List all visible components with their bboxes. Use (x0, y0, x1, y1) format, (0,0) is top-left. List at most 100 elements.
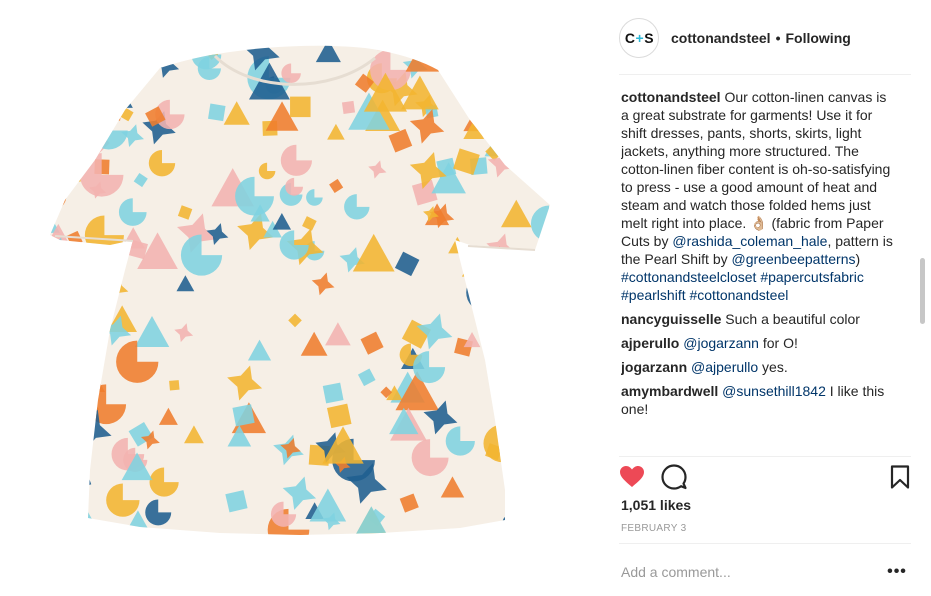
likes-count[interactable]: 1,051 likes (621, 497, 691, 513)
comments-list[interactable]: cottonandsteel Our cotton-linen canvas i… (621, 88, 893, 454)
fabric-shape (50, 45, 59, 63)
fabric-shape (405, 45, 440, 72)
fabric-shape (530, 205, 550, 242)
fabric-shape (424, 45, 441, 61)
fabric-shape (70, 170, 81, 182)
fabric-shape (502, 514, 519, 531)
comment-item: ajperullo @jogarzann for O! (621, 334, 893, 352)
fabric-shape (377, 45, 399, 51)
fabric-shape (50, 237, 74, 274)
fabric-shape (111, 88, 133, 108)
actions-divider (619, 456, 911, 457)
fabric-shape (50, 266, 55, 291)
fabric-shape (504, 45, 545, 73)
comment-mention[interactable]: @sunsethill1842 (722, 383, 826, 399)
comment-icon-glyph (661, 464, 687, 490)
fabric-shape (50, 269, 55, 298)
caption-hashtags[interactable]: #cottonandsteelcloset #papercutsfabric #… (621, 269, 864, 303)
heart-icon[interactable] (619, 464, 645, 490)
fabric-shape (509, 316, 546, 353)
fabric-shape (79, 71, 104, 97)
fabric-shape (70, 469, 92, 490)
fabric-shape (376, 45, 385, 49)
comment-username[interactable]: amymbardwell (621, 383, 718, 399)
more-options-icon[interactable]: ••• (887, 562, 907, 582)
header-divider (619, 74, 911, 75)
fabric-shape (50, 512, 59, 535)
fabric-shape (519, 67, 550, 101)
comment-text: for O! (758, 335, 798, 351)
fabric-shape (326, 403, 352, 429)
fabric-shape (208, 103, 226, 122)
comment-item: jogarzann @ajperullo yes. (621, 358, 893, 376)
action-bar (619, 462, 911, 492)
bookmark-icon[interactable] (887, 464, 913, 490)
fabric-shape (466, 273, 505, 312)
fabric-shape (79, 396, 100, 417)
comment-input-divider (619, 543, 911, 544)
fabric-shape (81, 99, 97, 115)
fabric-shape (532, 392, 550, 430)
caption: cottonandsteel Our cotton-linen canvas i… (621, 88, 893, 304)
scrollbar-thumb[interactable] (920, 258, 925, 324)
fabric-shape (50, 178, 67, 212)
fabric-shape (341, 100, 356, 114)
fabric-shape (50, 410, 53, 427)
caption-mention-2[interactable]: @greenbeepatterns (732, 251, 856, 267)
header-username[interactable]: cottonandsteel (671, 30, 771, 46)
fabric-shape (522, 45, 546, 53)
avatar[interactable]: C + S (619, 18, 659, 58)
comment-item: nancyguisselle Such a beautiful color (621, 310, 893, 328)
fabric-shape (62, 49, 104, 86)
post-date[interactable]: FEBRUARY 3 (621, 523, 686, 534)
comments-scrollbar[interactable] (919, 88, 925, 454)
fabric-shape (519, 515, 538, 535)
fabric-shape (493, 76, 503, 87)
fabric-shape (455, 60, 484, 89)
fabric-shape (50, 419, 63, 447)
fabric-shape (494, 291, 537, 334)
fabric-shape (494, 367, 512, 385)
post-header: C + S cottonandsteel • Following (619, 17, 909, 59)
fabric-shape (65, 45, 108, 72)
fabric-shape (527, 411, 541, 425)
fabric-shape (498, 62, 538, 102)
fabric-shape (539, 446, 550, 482)
comment-username[interactable]: jogarzann (621, 359, 687, 375)
comment-username[interactable]: ajperullo (621, 335, 679, 351)
fabric-shape (483, 424, 521, 463)
post-photo[interactable] (0, 0, 605, 596)
fabric-shape (523, 483, 550, 524)
fabric-shape (50, 418, 78, 450)
caption-username[interactable]: cottonandsteel (621, 89, 721, 105)
comment-username[interactable]: nancyguisselle (621, 311, 721, 327)
fabric-shape (73, 111, 95, 133)
caption-text-1: Our cotton-linen canvas is a great subst… (621, 89, 891, 249)
fabric-shape (82, 274, 109, 302)
fabric-shape (543, 256, 550, 280)
comment-mention[interactable]: @ajperullo (691, 359, 758, 375)
fabric-shape (529, 334, 550, 363)
heart-icon-glyph (620, 466, 644, 487)
add-comment-input[interactable] (621, 562, 883, 582)
fabric-shape (522, 148, 545, 172)
caption-mention-1[interactable]: @rashida_coleman_hale (672, 233, 827, 249)
fabric-shape (50, 368, 55, 391)
avatar-letter-s: S (644, 30, 654, 46)
fabric-shape (91, 45, 118, 61)
fabric-shape (88, 122, 106, 139)
fabric-shape (541, 409, 550, 432)
following-button[interactable]: Following (785, 30, 850, 46)
fabric-shape (50, 474, 60, 491)
fabric-shape (527, 148, 550, 181)
fabric-shape (103, 45, 125, 64)
post-details-panel: C + S cottonandsteel • Following cottonand… (605, 0, 931, 596)
fabric-shape (76, 322, 102, 345)
fabric-shape (50, 412, 63, 440)
comment-mention[interactable]: @jogarzann (683, 335, 759, 351)
fabric-shape (322, 382, 344, 404)
comment-text: Such a beautiful color (721, 311, 860, 327)
comment-icon[interactable] (661, 464, 687, 490)
dress-image (50, 45, 550, 535)
fabric-shape (501, 85, 516, 100)
